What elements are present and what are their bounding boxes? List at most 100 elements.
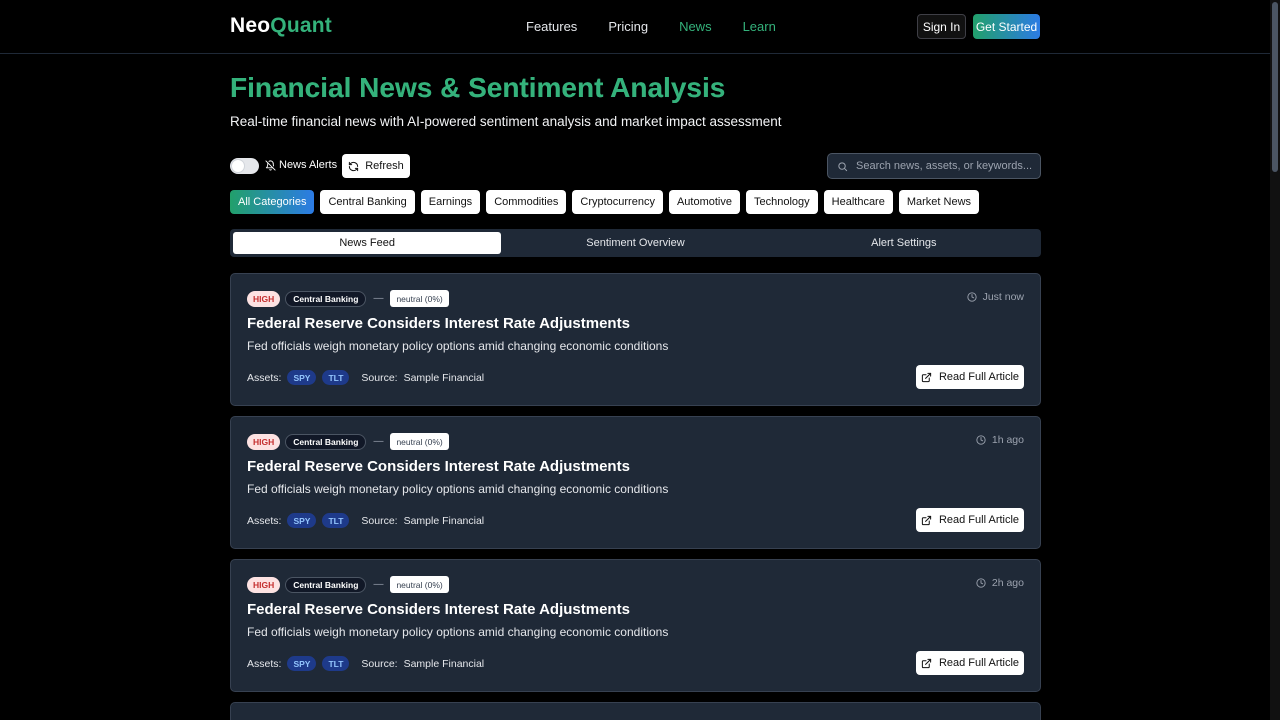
- category-central-banking[interactable]: Central Banking: [320, 190, 415, 214]
- article-headline[interactable]: Federal Reserve Considers Interest Rate …: [247, 458, 630, 475]
- assets-label: Assets:: [247, 371, 282, 384]
- read-full-article-button[interactable]: Read Full Article: [916, 651, 1024, 675]
- external-link-icon: [921, 658, 932, 668]
- assets-label: Assets:: [247, 657, 282, 670]
- news-alerts-label: News Alerts: [279, 159, 338, 171]
- asset-tag[interactable]: SPY: [287, 656, 317, 671]
- read-label: Read Full Article: [938, 657, 1020, 669]
- tab-alert-settings[interactable]: Alert Settings: [770, 232, 1038, 254]
- read-full-article-button[interactable]: Read Full Article: [916, 508, 1024, 532]
- news-card: HIGH Central Banking — neutral (0%) 1h a…: [230, 416, 1041, 549]
- get-started-button[interactable]: Get Started: [973, 14, 1040, 39]
- news-card-partial: [230, 702, 1041, 720]
- category-filters: All Categories Central Banking Earnings …: [230, 190, 980, 214]
- time-text: 1h ago: [991, 434, 1024, 446]
- category-commodities[interactable]: Commodities: [486, 190, 567, 214]
- category-automotive[interactable]: Automotive: [668, 190, 740, 214]
- card-badges: HIGH Central Banking — neutral (0%): [247, 576, 449, 593]
- external-link-icon: [921, 515, 932, 525]
- external-link-icon: [921, 372, 932, 382]
- category-badge: Central Banking: [285, 290, 367, 307]
- card-time: Just now: [966, 291, 1024, 303]
- clock-icon: [966, 292, 977, 302]
- source-name: Sample Financial: [403, 514, 485, 527]
- article-meta: Assets: SPY TLT Source: Sample Financial: [247, 656, 484, 671]
- article-summary: Fed officials weigh monetary policy opti…: [247, 625, 669, 639]
- asset-tag[interactable]: TLT: [322, 656, 350, 671]
- nav-link-news[interactable]: News: [679, 19, 712, 34]
- tab-sentiment-overview[interactable]: Sentiment Overview: [501, 232, 769, 254]
- scrollbar[interactable]: [1270, 0, 1280, 720]
- category-cryptocurrency[interactable]: Cryptocurrency: [572, 190, 663, 214]
- clock-icon: [976, 578, 986, 588]
- assets-label: Assets:: [247, 514, 282, 527]
- main-nav: Features Pricing News Learn: [526, 19, 776, 34]
- source-name: Sample Financial: [403, 657, 485, 670]
- card-time: 2h ago: [976, 577, 1024, 589]
- logo-part-b: Quant: [270, 14, 332, 37]
- page-title: Financial News & Sentiment Analysis: [230, 72, 726, 103]
- sign-in-button[interactable]: Sign In: [917, 14, 966, 39]
- category-badge: Central Banking: [285, 433, 367, 450]
- asset-tag[interactable]: SPY: [287, 370, 317, 385]
- nav-link-features[interactable]: Features: [526, 19, 577, 34]
- bell-off-icon: [265, 159, 276, 171]
- search-box: [827, 153, 1041, 179]
- refresh-icon: [349, 161, 359, 171]
- card-time: 1h ago: [976, 434, 1024, 446]
- impact-badge: HIGH: [247, 290, 281, 307]
- read-label: Read Full Article: [938, 371, 1020, 383]
- news-alerts-toggle[interactable]: [230, 158, 259, 174]
- sentiment-badge: neutral (0%): [390, 433, 449, 450]
- card-badges: HIGH Central Banking — neutral (0%): [247, 290, 449, 307]
- logo[interactable]: NeoQuant: [230, 14, 332, 38]
- sentiment-dash: —: [373, 579, 384, 590]
- category-all[interactable]: All Categories: [230, 190, 315, 214]
- source-label: Source:: [361, 514, 398, 527]
- page-subtitle: Real-time financial news with AI-powered…: [230, 114, 782, 129]
- source-label: Source:: [361, 371, 398, 384]
- view-tabs: News Feed Sentiment Overview Alert Setti…: [230, 229, 1041, 257]
- nav-link-learn[interactable]: Learn: [743, 19, 776, 34]
- clock-icon: [976, 435, 986, 445]
- category-market-news[interactable]: Market News: [898, 190, 980, 214]
- news-card: HIGH Central Banking — neutral (0%) 2h a…: [230, 559, 1041, 692]
- tab-news-feed[interactable]: News Feed: [233, 232, 502, 254]
- article-summary: Fed officials weigh monetary policy opti…: [247, 339, 669, 353]
- category-technology[interactable]: Technology: [745, 190, 818, 214]
- sentiment-dash: —: [373, 436, 384, 447]
- read-full-article-button[interactable]: Read Full Article: [916, 365, 1024, 389]
- refresh-button[interactable]: Refresh: [342, 154, 410, 178]
- time-text: 2h ago: [991, 577, 1024, 589]
- asset-tag[interactable]: TLT: [322, 513, 350, 528]
- asset-tag[interactable]: SPY: [287, 513, 317, 528]
- article-meta: Assets: SPY TLT Source: Sample Financial: [247, 370, 484, 385]
- impact-badge: HIGH: [247, 576, 281, 593]
- article-headline[interactable]: Federal Reserve Considers Interest Rate …: [247, 315, 630, 332]
- category-healthcare[interactable]: Healthcare: [823, 190, 893, 214]
- nav-link-pricing[interactable]: Pricing: [608, 19, 648, 34]
- category-badge: Central Banking: [285, 576, 367, 593]
- article-meta: Assets: SPY TLT Source: Sample Financial: [247, 513, 484, 528]
- toggle-knob: [232, 160, 244, 172]
- source-label: Source:: [361, 657, 398, 670]
- time-text: Just now: [982, 291, 1024, 303]
- news-card: HIGH Central Banking — neutral (0%) Just…: [230, 273, 1041, 406]
- impact-badge: HIGH: [247, 433, 281, 450]
- search-input[interactable]: [856, 160, 1036, 172]
- source-name: Sample Financial: [403, 371, 485, 384]
- sentiment-badge: neutral (0%): [390, 576, 449, 593]
- search-icon: [838, 161, 848, 171]
- category-earnings[interactable]: Earnings: [420, 190, 481, 214]
- scrollbar-thumb[interactable]: [1272, 2, 1278, 172]
- logo-part-a: Neo: [230, 14, 271, 37]
- top-navigation: NeoQuant Features Pricing News Learn Sig…: [0, 0, 1270, 54]
- sentiment-badge: neutral (0%): [390, 290, 449, 307]
- article-headline[interactable]: Federal Reserve Considers Interest Rate …: [247, 601, 630, 618]
- card-badges: HIGH Central Banking — neutral (0%): [247, 433, 449, 450]
- refresh-label: Refresh: [365, 160, 404, 172]
- asset-tag[interactable]: TLT: [322, 370, 350, 385]
- read-label: Read Full Article: [938, 514, 1020, 526]
- article-summary: Fed officials weigh monetary policy opti…: [247, 482, 669, 496]
- sentiment-dash: —: [373, 293, 384, 304]
